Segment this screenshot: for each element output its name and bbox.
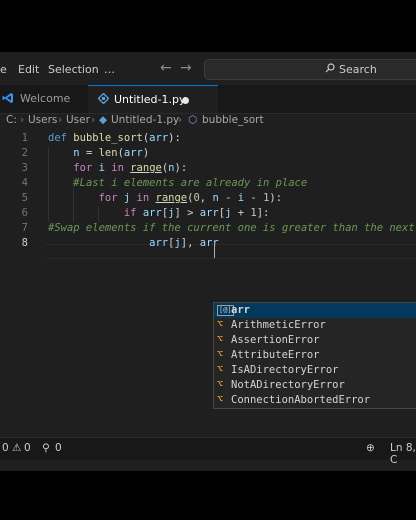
code-line-7[interactable]: #Swap elements if the current one is gre… xyxy=(48,222,415,234)
code-line-6[interactable]: if arr[j] > arr[j + 1]: xyxy=(48,207,270,219)
code-line-5[interactable]: for j in range(0, n - i - 1): xyxy=(48,192,282,204)
breadcrumb-item[interactable]: Untitled-1.py xyxy=(111,114,179,126)
suggestion-label: IsADirectoryError xyxy=(231,364,339,376)
breadcrumb-item[interactable]: Users xyxy=(28,114,57,126)
zoom-icon[interactable]: ⊕ xyxy=(366,442,375,454)
chevron-right-icon: › xyxy=(91,114,96,126)
menu-bar: e Edit Selection … ← → Search xyxy=(0,52,416,85)
breadcrumb-item[interactable]: bubble_sort xyxy=(202,114,264,126)
errors-count[interactable]: 0 xyxy=(2,442,9,454)
code-line-3[interactable]: for i in range(n): xyxy=(48,162,187,174)
arrow-right-icon[interactable]: → xyxy=(180,60,192,76)
warnings-count[interactable]: 0 xyxy=(24,442,31,454)
editor-tab-bar: Welcome Untitled-1.py xyxy=(0,85,416,114)
chevron-right-icon: › xyxy=(58,114,63,126)
symbol-class-icon: ⌥ xyxy=(217,334,224,345)
suggest-widget: [@] arr ⌥ ArithmeticError ⌥ AssertionErr… xyxy=(213,302,416,409)
ports-count[interactable]: 0 xyxy=(55,442,62,454)
arrow-left-icon[interactable]: ← xyxy=(160,60,172,76)
python-file-icon: ◆ xyxy=(99,114,108,126)
tab-label: Welcome xyxy=(20,92,71,105)
breadcrumb-item[interactable]: C: xyxy=(6,114,17,126)
status-bar: 0 ⚠ 0 ⚲ 0 ⊕ Ln 8, C xyxy=(0,437,416,466)
line-number: 1 xyxy=(21,132,28,144)
symbol-class-icon: ⌥ xyxy=(217,379,224,390)
code-line-2[interactable]: n = len(arr) xyxy=(48,147,149,159)
line-number: 5 xyxy=(21,192,28,204)
ports-icon: ⚲ xyxy=(42,442,50,454)
line-number: 8 xyxy=(21,237,28,249)
menu-file[interactable]: e xyxy=(0,63,7,76)
menu-edit[interactable]: Edit xyxy=(18,63,39,76)
tab-label: Untitled-1.py xyxy=(114,93,186,106)
warning-icon: ⚠ xyxy=(12,442,22,454)
code-line-8[interactable]: arr[j], arr xyxy=(48,237,219,249)
vscode-window: e Edit Selection … ← → Search Welcome Un… xyxy=(0,52,416,471)
suggestion-item[interactable]: ⌥ ConnectionAbortedError xyxy=(214,393,416,408)
symbol-class-icon: ⌥ xyxy=(217,364,224,375)
tab-untitled-py[interactable]: Untitled-1.py xyxy=(88,85,218,113)
symbol-method-icon: ⬡ xyxy=(188,114,198,126)
line-number: 3 xyxy=(21,162,28,174)
tab-welcome[interactable]: Welcome xyxy=(0,85,88,113)
menu-more[interactable]: … xyxy=(104,63,115,76)
line-number: 6 xyxy=(21,207,28,219)
python-file-icon xyxy=(97,92,110,107)
symbol-class-icon: ⌥ xyxy=(217,394,224,405)
chevron-right-icon: › xyxy=(178,114,183,126)
suggestion-label: ConnectionAbortedError xyxy=(231,394,371,406)
breadcrumb: C: › Users › User › ◆ Untitled-1.py › ⬡ … xyxy=(0,114,416,130)
vscode-logo-icon xyxy=(2,92,14,107)
suggestion-item[interactable]: ⌥ IsADirectoryError xyxy=(214,363,416,378)
suggestion-item[interactable]: ⌥ NotADirectoryError xyxy=(214,378,416,393)
line-number: 2 xyxy=(21,147,28,159)
text-cursor xyxy=(214,245,215,258)
search-label: Search xyxy=(339,63,377,76)
unsaved-dot-icon[interactable] xyxy=(182,97,189,104)
symbol-class-icon: ⌥ xyxy=(217,319,224,330)
line-number: 7 xyxy=(21,222,28,234)
code-line-4[interactable]: #Last i elements are already in place xyxy=(48,177,307,189)
code-line-1[interactable]: def bubble_sort(arr): xyxy=(48,132,181,144)
suggestion-label: ArithmeticError xyxy=(231,319,326,331)
suggestion-label: AttributeError xyxy=(231,349,320,361)
suggestion-label: NotADirectoryError xyxy=(231,379,345,391)
suggestion-item[interactable]: [@] arr xyxy=(214,303,416,318)
suggestion-label: AssertionError xyxy=(231,334,320,346)
command-center-search[interactable]: Search xyxy=(204,59,416,80)
breadcrumb-item[interactable]: User xyxy=(66,114,90,126)
menu-selection[interactable]: Selection xyxy=(48,63,99,76)
suggestion-label: arr xyxy=(231,304,250,316)
symbol-class-icon: ⌥ xyxy=(217,349,224,360)
chevron-right-icon: › xyxy=(20,114,25,126)
line-number: 4 xyxy=(21,177,28,189)
suggestion-item[interactable]: ⌥ AssertionError xyxy=(214,333,416,348)
suggestion-item[interactable]: ⌥ ArithmeticError xyxy=(214,318,416,333)
suggestion-item[interactable]: ⌥ AttributeError xyxy=(214,348,416,363)
search-icon xyxy=(325,63,335,76)
cursor-position[interactable]: Ln 8, C xyxy=(390,442,416,466)
